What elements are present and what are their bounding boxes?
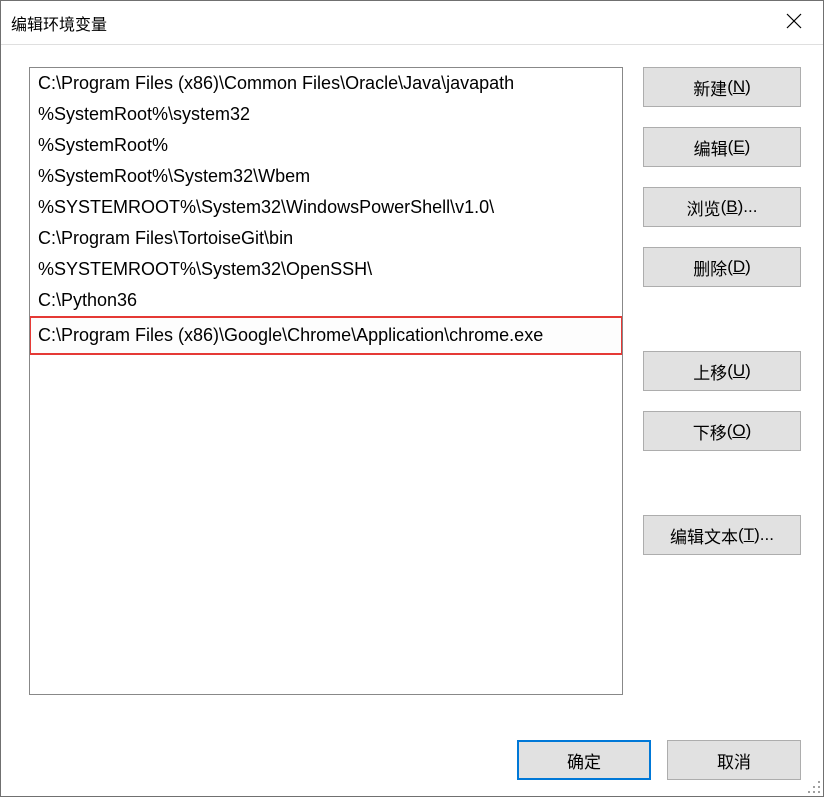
ok-button[interactable]: 确定 <box>517 740 651 780</box>
browse-button[interactable]: 浏览(B)... <box>643 187 801 227</box>
close-icon <box>786 13 802 29</box>
list-item[interactable]: %SYSTEMROOT%\System32\OpenSSH\ <box>30 254 622 285</box>
move-up-button[interactable]: 上移(U) <box>643 351 801 391</box>
button-label: 新建 <box>693 75 727 100</box>
button-label: 删除 <box>693 255 727 280</box>
button-suffix: ... <box>743 197 757 217</box>
title-bar: 编辑环境变量 <box>1 1 823 45</box>
main-area: C:\Program Files (x86)\Common Files\Orac… <box>29 67 801 716</box>
button-label: 上移 <box>693 359 727 384</box>
close-button[interactable] <box>765 1 823 41</box>
button-accel: O <box>732 421 745 441</box>
button-accel: T <box>744 525 754 545</box>
button-accel: U <box>733 361 745 381</box>
button-accel: D <box>733 257 745 277</box>
dialog-window: 编辑环境变量 C:\Program Files (x86)\Common Fil… <box>0 0 824 797</box>
button-suffix: ... <box>760 525 774 545</box>
dialog-footer: 确定 取消 <box>29 740 801 780</box>
side-button-column: 新建(N) 编辑(E) 浏览(B)... 删除(D) 上移(U) 下移(O) <box>623 67 801 716</box>
move-down-button[interactable]: 下移(O) <box>643 411 801 451</box>
path-listbox[interactable]: C:\Program Files (x86)\Common Files\Orac… <box>29 67 623 695</box>
dialog-body: C:\Program Files (x86)\Common Files\Orac… <box>1 45 823 796</box>
spacer <box>643 471 801 495</box>
dialog-title: 编辑环境变量 <box>11 11 107 35</box>
button-label: 确定 <box>567 748 601 773</box>
list-item[interactable]: %SystemRoot% <box>30 130 622 161</box>
cancel-button[interactable]: 取消 <box>667 740 801 780</box>
edit-button[interactable]: 编辑(E) <box>643 127 801 167</box>
edit-text-button[interactable]: 编辑文本(T)... <box>643 515 801 555</box>
list-item[interactable]: C:\Python36 <box>30 285 622 316</box>
button-accel: N <box>733 77 745 97</box>
list-item[interactable]: %SystemRoot%\system32 <box>30 99 622 130</box>
button-label: 浏览 <box>687 195 721 220</box>
button-accel: E <box>733 137 744 157</box>
button-label: 下移 <box>693 419 727 444</box>
list-item[interactable]: C:\Program Files\TortoiseGit\bin <box>30 223 622 254</box>
list-item[interactable]: %SYSTEMROOT%\System32\WindowsPowerShell\… <box>30 192 622 223</box>
new-button[interactable]: 新建(N) <box>643 67 801 107</box>
list-item[interactable]: %SystemRoot%\System32\Wbem <box>30 161 622 192</box>
list-item[interactable]: C:\Program Files (x86)\Common Files\Orac… <box>30 68 622 99</box>
list-item-selected[interactable]: C:\Program Files (x86)\Google\Chrome\App… <box>30 317 622 354</box>
button-label: 取消 <box>717 748 751 773</box>
spacer <box>643 307 801 331</box>
delete-button[interactable]: 删除(D) <box>643 247 801 287</box>
button-label: 编辑 <box>694 135 728 160</box>
button-label: 编辑文本 <box>670 523 738 548</box>
button-accel: B <box>726 197 737 217</box>
